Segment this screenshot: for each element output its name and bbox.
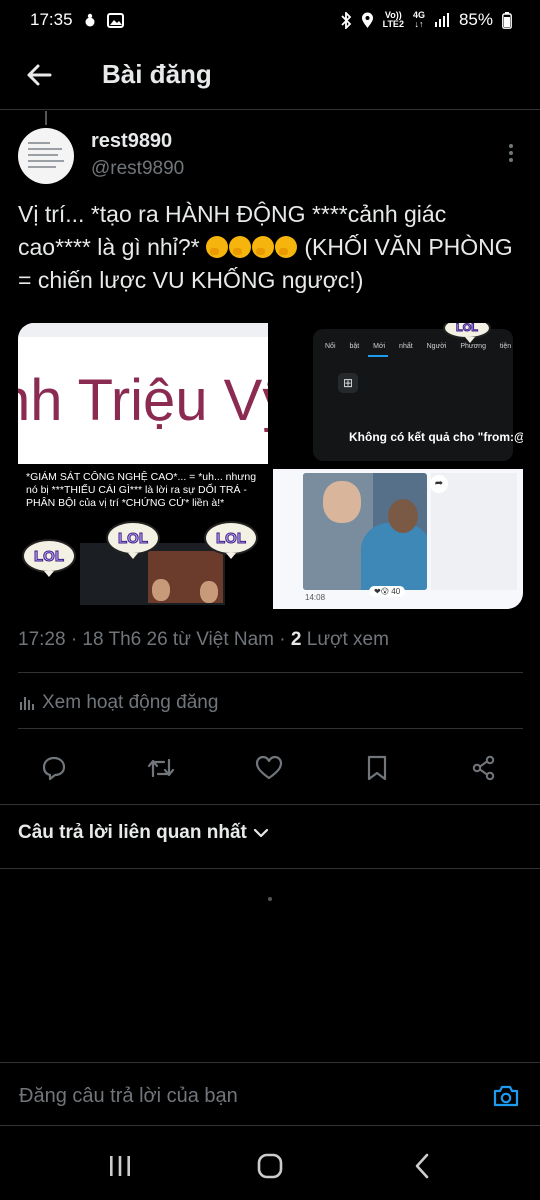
recent-apps-icon [110, 1156, 130, 1176]
bluetooth-icon [340, 11, 352, 29]
gallery-icon [106, 12, 124, 28]
top-app-bar: Bài đăng [0, 40, 540, 110]
media-image-4-time: 14:08 [305, 593, 326, 602]
media-image-2-text: Không có kết quả cho "from:@rest9890 tác [349, 430, 523, 444]
media-image-3-text: *GIÁM SÁT CÔNG NGHỆ CAO*... = *uh... như… [26, 471, 257, 509]
arrow-left-icon [27, 64, 52, 85]
system-back-button[interactable] [392, 1146, 452, 1186]
media-image-1[interactable]: nh Triệu Vỹ [18, 323, 268, 464]
notification-app-icon [82, 12, 98, 28]
analytics-icon [20, 697, 34, 710]
network-type: 4G ↓↑ [412, 10, 425, 29]
share-button[interactable] [464, 748, 504, 788]
media-image-4[interactable]: ➦ ❤😮 40 14:08 [273, 469, 523, 609]
back-button[interactable] [9, 45, 69, 105]
divider [18, 728, 523, 729]
signal-icon [434, 13, 450, 27]
post-timestamp: 17:28 · 18 Th6 26 từ Việt Nam · [18, 629, 291, 650]
divider [0, 868, 540, 869]
divider [0, 804, 540, 805]
battery-icon [502, 11, 512, 29]
replies-sort-dropdown[interactable]: Câu trả lời liên quan nhất [18, 822, 269, 844]
author-handle[interactable]: @rest9890 [91, 158, 184, 180]
bookmark-button[interactable] [357, 748, 397, 788]
hand-over-mouth-emoji-icon [228, 236, 251, 258]
lol-sticker: LOL [204, 521, 258, 559]
reply-input[interactable] [17, 1075, 461, 1117]
bookmark-icon [367, 755, 387, 781]
status-time: 17:35 [30, 10, 73, 29]
retweet-button[interactable] [141, 748, 181, 788]
chevron-down-icon [253, 828, 268, 838]
thread-connector [45, 111, 47, 125]
divider [18, 672, 523, 673]
reply-button[interactable] [34, 748, 74, 788]
post-meta: 17:28 · 18 Th6 26 từ Việt Nam · 2 Lượt x… [18, 629, 389, 651]
media-grid: nh Triệu Vỹ Nổi bật Mới nhất Người Phươn… [18, 323, 523, 609]
retweet-icon [147, 758, 175, 778]
replies-sort-label: Câu trả lời liên quan nhất [18, 822, 247, 843]
lol-sticker: LOL [106, 521, 160, 559]
media-image-2[interactable]: Nổi bật Mới nhất Người Phương tiện ⊞ Khô… [273, 323, 523, 464]
status-bar: 17:35 Vo)) LTE2 4G ↓↑ 85% [0, 0, 540, 40]
avatar[interactable] [18, 128, 74, 184]
hand-over-mouth-emoji-icon [251, 236, 274, 258]
share-icon [472, 755, 495, 781]
loading-indicator [268, 897, 272, 901]
like-icon [255, 755, 283, 780]
analytics-label: Xem hoạt động đăng [42, 692, 219, 713]
battery-percent: 85% [458, 10, 493, 29]
home-icon [257, 1153, 283, 1179]
location-icon [361, 12, 374, 29]
media-image-2-tabs: Nổi bật Mới nhất Người Phương tiện [325, 343, 512, 350]
page-title: Bài đăng [102, 59, 212, 89]
views-label: Lượt xem [301, 629, 389, 650]
app-grid-icon: ⊞ [338, 373, 358, 393]
author-name[interactable]: rest9890 [91, 130, 172, 153]
system-navigation-bar [0, 1126, 540, 1200]
camera-button[interactable] [490, 1082, 522, 1110]
media-image-1-text: nh Triệu Vỹ [18, 368, 268, 433]
recent-apps-button[interactable] [90, 1146, 150, 1186]
forward-icon: ➦ [430, 475, 448, 493]
hand-over-mouth-emoji-icon [274, 236, 297, 258]
volte-indicator: Vo)) LTE2 [382, 10, 404, 29]
reply-icon [42, 756, 66, 781]
post-analytics-link[interactable]: Xem hoạt động đăng [18, 692, 218, 714]
chevron-left-icon [415, 1153, 429, 1179]
media-image-3[interactable]: *GIÁM SÁT CÔNG NGHỆ CAO*... = *uh... như… [18, 469, 268, 609]
more-options-button[interactable] [496, 138, 526, 168]
action-bar [0, 748, 540, 788]
post-text: Vị trí... *tạo ra HÀNH ĐỘNG ****cảnh giá… [18, 198, 523, 297]
camera-icon [493, 1085, 519, 1107]
home-button[interactable] [240, 1146, 300, 1186]
like-button[interactable] [249, 748, 289, 788]
reaction-count: ❤😮 40 [369, 586, 406, 597]
views-count: 2 [290, 629, 302, 650]
reply-composer [0, 1062, 540, 1126]
more-vertical-icon [509, 144, 513, 162]
hand-over-mouth-emoji-icon [205, 236, 228, 258]
lol-sticker: LOL [22, 539, 76, 577]
